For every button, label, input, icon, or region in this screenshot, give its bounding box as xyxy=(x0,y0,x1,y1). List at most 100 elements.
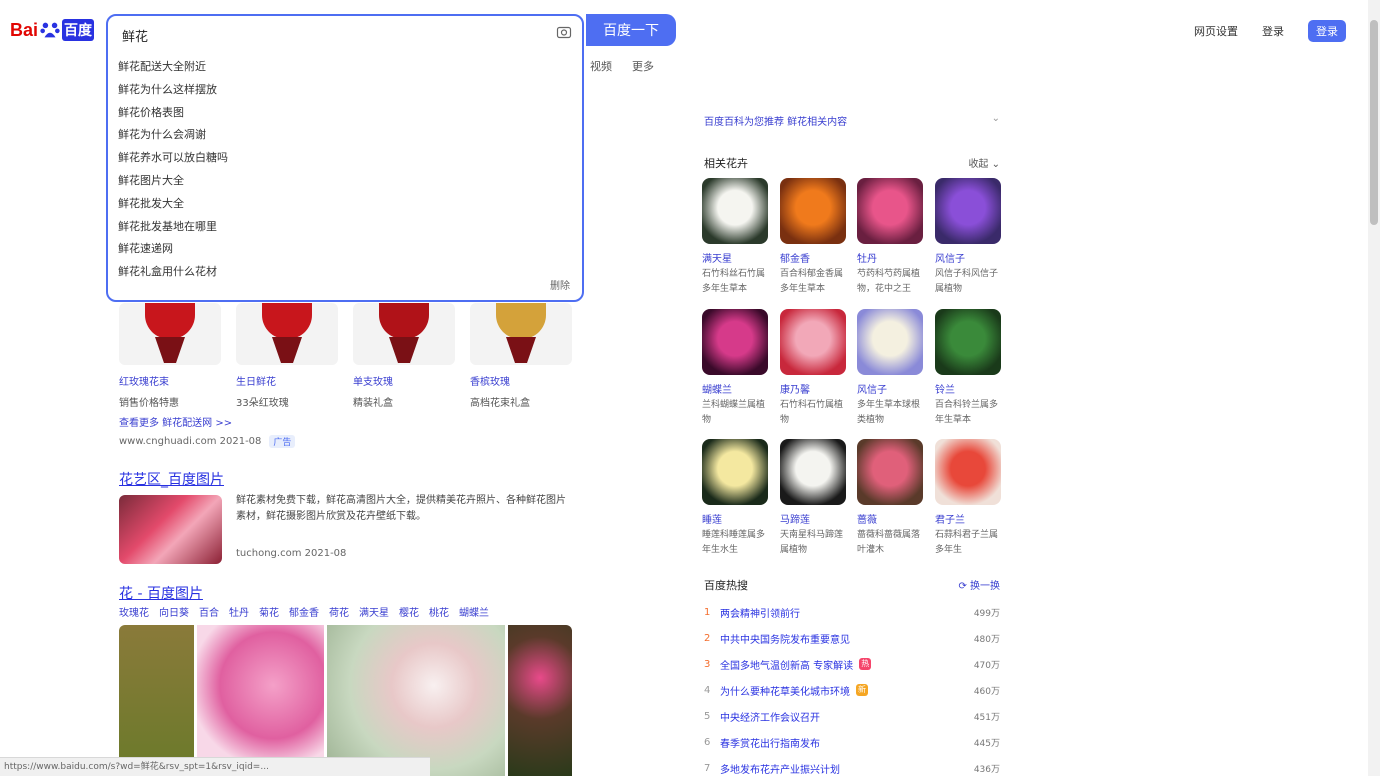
product-card[interactable]: 香槟玫瑰 高档花束礼盒 xyxy=(470,303,572,409)
ai-recommend-bar[interactable]: 百度百科为您推荐 鲜花相关内容 ⌄ xyxy=(704,113,1000,128)
gallery-image[interactable] xyxy=(508,625,572,776)
flower-card[interactable]: 马蹄莲 天南星科马蹄莲属植物 xyxy=(780,439,846,558)
suggestion-item[interactable]: 鲜花批发大全 xyxy=(118,193,228,216)
product-image[interactable] xyxy=(119,303,221,365)
suggestion-item[interactable]: 鲜花为什么这样摆放 xyxy=(118,79,228,102)
flower-card[interactable]: 铃兰 百合科铃兰属多年生草本 xyxy=(935,309,1001,428)
result2-thumbnail[interactable] xyxy=(119,495,222,564)
flower-image[interactable] xyxy=(702,439,768,505)
tab-more[interactable]: 更多 xyxy=(632,58,654,74)
product-card[interactable]: 单支玫瑰 精装礼盒 xyxy=(353,303,455,409)
flower-image[interactable] xyxy=(857,309,923,375)
product-title[interactable]: 红玫瑰花束 xyxy=(119,373,221,388)
search-input[interactable] xyxy=(120,23,544,47)
flower-image[interactable] xyxy=(935,439,1001,505)
suggestion-item[interactable]: 鲜花图片大全 xyxy=(118,170,228,193)
flower-card[interactable]: 君子兰 石蒜科君子兰属多年生 xyxy=(935,439,1001,558)
product-title[interactable]: 生日鲜花 xyxy=(236,373,338,388)
suggestion-item[interactable]: 鲜花批发基地在哪里 xyxy=(118,216,228,239)
hot-search-link[interactable]: 多地发布花卉产业振兴计划 xyxy=(720,761,960,776)
hot-search-link[interactable]: 全国多地气温创新高 专家解读热 xyxy=(720,657,960,672)
gallery-image[interactable] xyxy=(196,625,324,776)
flower-image[interactable] xyxy=(702,178,768,244)
suggestion-item[interactable]: 鲜花价格表图 xyxy=(118,102,228,125)
product-card[interactable]: 红玫瑰花束 销售价格特惠 xyxy=(119,303,221,409)
hot-search-item[interactable]: 5 中央经济工作会议召开 451万 xyxy=(704,703,1000,729)
hot-search-link[interactable]: 中共中央国务院发布重要意见 xyxy=(720,631,960,646)
flower-name[interactable]: 马蹄莲 xyxy=(780,511,846,526)
flower-name[interactable]: 睡莲 xyxy=(702,511,768,526)
flower-card[interactable]: 牡丹 芍药科芍药属植物，花中之王 xyxy=(857,178,923,297)
flower-image[interactable] xyxy=(935,309,1001,375)
image-tag[interactable]: 百合 xyxy=(199,604,219,619)
suggestion-item[interactable]: 鲜花速递网 xyxy=(118,238,228,261)
image-tag[interactable]: 郁金香 xyxy=(289,604,319,619)
scrollbar-thumb[interactable] xyxy=(1370,20,1378,225)
image-tag[interactable]: 荷花 xyxy=(329,604,349,619)
flower-name[interactable]: 风信子 xyxy=(857,381,923,396)
chevron-down-icon[interactable]: ⌄ xyxy=(992,113,1000,128)
hot-search-item[interactable]: 6 春季赏花出行指南发布 445万 xyxy=(704,729,1000,755)
product-image[interactable] xyxy=(236,303,338,365)
flower-image[interactable] xyxy=(702,309,768,375)
more-products-link[interactable]: 查看更多 鲜花配送网 >> xyxy=(119,414,232,429)
flower-card[interactable]: 睡莲 睡莲科睡莲属多年生水生 xyxy=(702,439,768,558)
camera-icon[interactable] xyxy=(556,24,572,40)
product-image[interactable] xyxy=(470,303,572,365)
product-image[interactable] xyxy=(353,303,455,365)
gallery-image[interactable] xyxy=(119,625,194,776)
scrollbar[interactable] xyxy=(1368,0,1380,776)
baidu-logo[interactable]: Bai 百度 xyxy=(10,14,95,46)
hot-search-link[interactable]: 两会精神引领前行 xyxy=(720,605,960,620)
hot-search-item[interactable]: 2 中共中央国务院发布重要意见 480万 xyxy=(704,625,1000,651)
flower-image[interactable] xyxy=(780,178,846,244)
settings-link[interactable]: 网页设置 xyxy=(1194,23,1238,39)
product-title[interactable]: 单支玫瑰 xyxy=(353,373,455,388)
flower-name[interactable]: 风信子 xyxy=(935,250,1001,265)
flower-card[interactable]: 蔷薇 蔷薇科蔷薇属落叶灌木 xyxy=(857,439,923,558)
image-tag[interactable]: 桃花 xyxy=(429,604,449,619)
result2-title-link[interactable]: 花艺区_百度图片 xyxy=(119,469,224,489)
flower-name[interactable]: 郁金香 xyxy=(780,250,846,265)
product-card[interactable]: 生日鲜花 33朵红玫瑰 xyxy=(236,303,338,409)
suggestion-item[interactable]: 鲜花为什么会凋谢 xyxy=(118,124,228,147)
flower-card[interactable]: 蝴蝶兰 兰科蝴蝶兰属植物 xyxy=(702,309,768,428)
gallery-image[interactable] xyxy=(326,625,506,776)
flower-image[interactable] xyxy=(935,178,1001,244)
image-tag[interactable]: 菊花 xyxy=(259,604,279,619)
flower-image[interactable] xyxy=(857,439,923,505)
flower-image[interactable] xyxy=(857,178,923,244)
hot-search-link[interactable]: 春季赏花出行指南发布 xyxy=(720,735,960,750)
image-tag[interactable]: 蝴蝶兰 xyxy=(459,604,489,619)
image-tag[interactable]: 满天星 xyxy=(359,604,389,619)
flower-name[interactable]: 君子兰 xyxy=(935,511,1001,526)
flower-card[interactable]: 风信子 多年生草本球根类植物 xyxy=(857,309,923,428)
login-button[interactable]: 登录 xyxy=(1308,20,1346,42)
flower-name[interactable]: 牡丹 xyxy=(857,250,923,265)
suggestion-delete-link[interactable]: 删除 xyxy=(550,277,570,292)
result3-title-link[interactable]: 花 - 百度图片 xyxy=(119,583,203,603)
hot-search-link[interactable]: 中央经济工作会议召开 xyxy=(720,709,960,724)
hot-search-link[interactable]: 为什么要种花草美化城市环境新 xyxy=(720,683,960,698)
flower-image[interactable] xyxy=(780,309,846,375)
signin-link[interactable]: 登录 xyxy=(1262,23,1284,39)
hot-search-item[interactable]: 1 两会精神引领前行 499万 xyxy=(704,599,1000,625)
tab-video[interactable]: 视频 xyxy=(590,58,612,74)
hot-search-item[interactable]: 3 全国多地气温创新高 专家解读热 470万 xyxy=(704,651,1000,677)
suggestion-item[interactable]: 鲜花配送大全附近 xyxy=(118,56,228,79)
image-tag[interactable]: 向日葵 xyxy=(159,604,189,619)
flower-name[interactable]: 蔷薇 xyxy=(857,511,923,526)
hot-search-item[interactable]: 7 多地发布花卉产业振兴计划 436万 xyxy=(704,755,1000,781)
flower-name[interactable]: 铃兰 xyxy=(935,381,1001,396)
refresh-link[interactable]: ⟳ 换一换 xyxy=(958,577,1000,593)
flower-name[interactable]: 蝴蝶兰 xyxy=(702,381,768,396)
flower-name[interactable]: 满天星 xyxy=(702,250,768,265)
product-title[interactable]: 香槟玫瑰 xyxy=(470,373,572,388)
collapse-link[interactable]: 收起 ⌄ xyxy=(968,155,1000,171)
flower-card[interactable]: 满天星 石竹科丝石竹属多年生草本 xyxy=(702,178,768,297)
suggestion-item[interactable]: 鲜花养水可以放白糖吗 xyxy=(118,147,228,170)
flower-card[interactable]: 风信子 风信子科风信子属植物 xyxy=(935,178,1001,297)
flower-name[interactable]: 康乃馨 xyxy=(780,381,846,396)
flower-card[interactable]: 郁金香 百合科郁金香属多年生草本 xyxy=(780,178,846,297)
image-tag[interactable]: 玫瑰花 xyxy=(119,604,149,619)
